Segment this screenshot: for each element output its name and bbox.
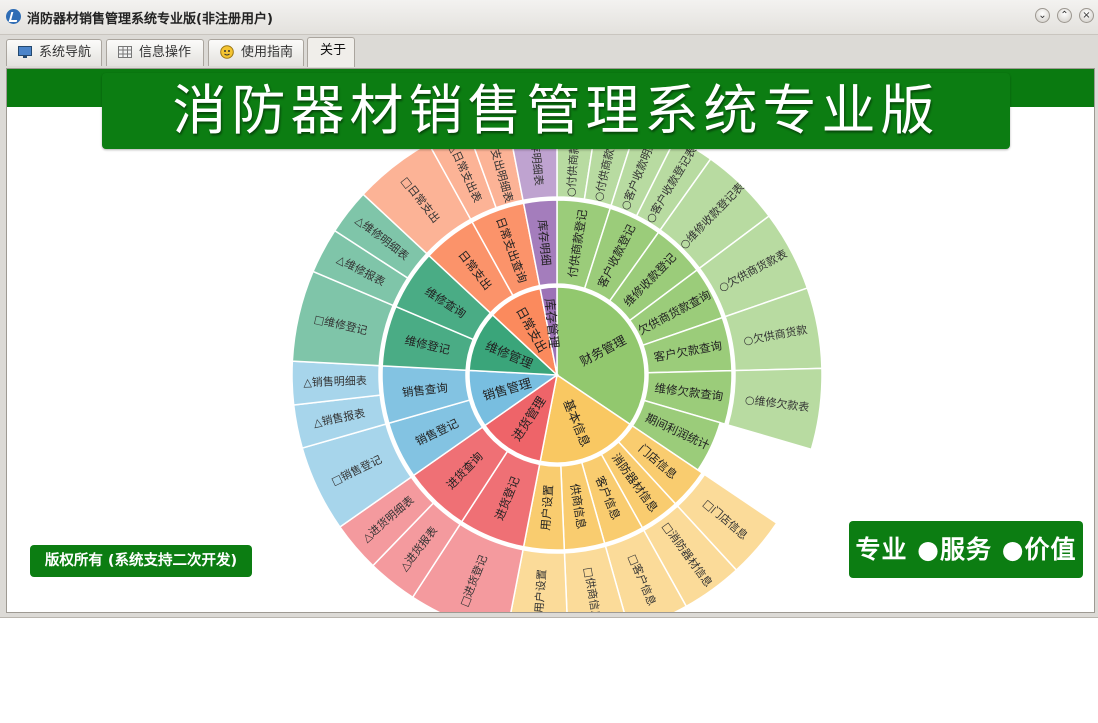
sunburst-report-label: △销售明细表	[303, 373, 367, 389]
maximize-button[interactable]: ⌃	[1057, 8, 1072, 23]
slogan-badge: 专业 ●服务 ●价值	[849, 521, 1083, 578]
tab-bar: 系统导航 信息操作 使用指南 关于	[0, 36, 1098, 68]
banner-title: 消防器材销售管理系统专业版	[172, 79, 940, 142]
app-logo-icon	[6, 9, 21, 24]
close-button[interactable]: ×	[1079, 8, 1094, 23]
about-panel: 财务管理 付供商款登记 ○付供商款明细表 ○付供商款登记表 客户收款登记 ○客户收款明细表…	[6, 68, 1095, 613]
tab-label: 关于	[320, 43, 347, 58]
grid-icon	[118, 46, 132, 58]
main-window: 消防器材销售管理系统专业版(非注册用户) ⌄ ⌃ × 系统导航 信息操作 使用指…	[0, 0, 1098, 618]
tab-label: 系统导航	[39, 45, 92, 60]
tab-label: 信息操作	[139, 45, 192, 60]
tab-system-nav[interactable]: 系统导航	[6, 39, 102, 66]
tab-user-guide[interactable]: 使用指南	[208, 39, 304, 66]
banner: 消防器材销售管理系统专业版	[102, 73, 1010, 149]
tab-label: 使用指南	[241, 45, 294, 60]
copyright-badge: 版权所有 (系统支持二次开发)	[30, 545, 252, 577]
monitor-icon	[18, 46, 32, 58]
tab-about[interactable]: 关于	[307, 37, 355, 67]
tab-info-ops[interactable]: 信息操作	[106, 39, 204, 66]
title-bar[interactable]: 消防器材销售管理系统专业版(非注册用户) ⌄ ⌃ ×	[0, 0, 1098, 35]
guide-icon	[220, 45, 234, 59]
minimize-button[interactable]: ⌄	[1035, 8, 1050, 23]
window-title: 消防器材销售管理系统专业版(非注册用户)	[27, 12, 273, 27]
